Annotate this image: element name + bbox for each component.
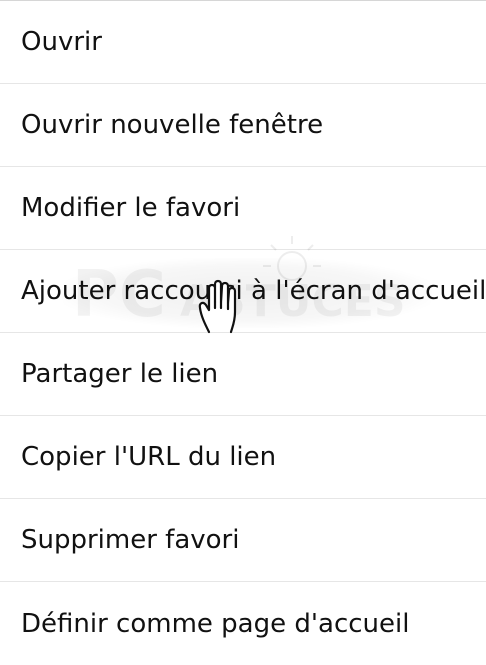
menu-item-label: Modifier le favori <box>21 193 241 223</box>
menu-item-label: Supprimer favori <box>21 525 240 555</box>
menu-item-label: Partager le lien <box>21 359 219 389</box>
menu-item-ouvrir[interactable]: Ouvrir <box>0 1 486 84</box>
menu-item-label: Ajouter raccourci à l'écran d'accueil <box>21 276 486 306</box>
menu-item-partager-lien[interactable]: Partager le lien <box>0 333 486 416</box>
context-menu: Ouvrir Ouvrir nouvelle fenêtre Modifier … <box>0 0 486 656</box>
menu-item-definir-page-accueil[interactable]: Définir comme page d'accueil <box>0 582 486 665</box>
menu-item-supprimer-favori[interactable]: Supprimer favori <box>0 499 486 582</box>
menu-item-ouvrir-nouvelle-fenetre[interactable]: Ouvrir nouvelle fenêtre <box>0 84 486 167</box>
menu-item-modifier-favori[interactable]: Modifier le favori <box>0 167 486 250</box>
menu-item-label: Ouvrir nouvelle fenêtre <box>21 110 324 140</box>
menu-item-copier-url[interactable]: Copier l'URL du lien <box>0 416 486 499</box>
menu-item-ajouter-raccourci[interactable]: Ajouter raccourci à l'écran d'accueil <box>0 250 486 333</box>
menu-item-label: Définir comme page d'accueil <box>21 608 410 639</box>
menu-item-label: Copier l'URL du lien <box>21 442 277 472</box>
menu-item-label: Ouvrir <box>21 27 102 57</box>
